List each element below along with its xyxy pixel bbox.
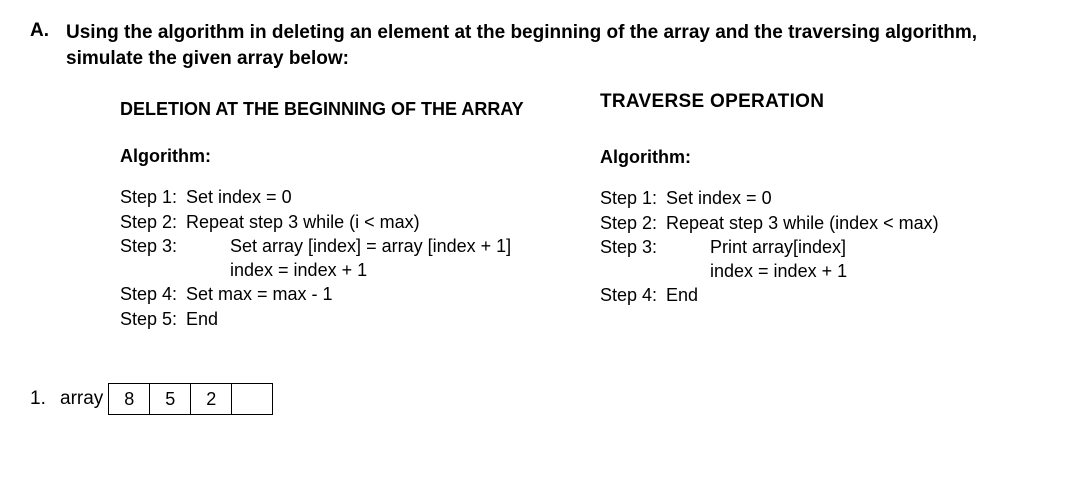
step-body: Set index = 0 (186, 185, 570, 209)
problem-marker: 1. (30, 388, 60, 410)
step-label: Step 5: (120, 307, 186, 331)
deletion-step-3: Step 3: Set array [index] = array [index… (120, 234, 570, 258)
question-marker: A. (30, 20, 66, 42)
step-label: Step 3: (120, 234, 230, 258)
step-body: End (666, 283, 1050, 307)
step-label: Step 2: (600, 211, 666, 235)
traverse-step-3: Step 3: Print array[index] (600, 235, 1050, 259)
deletion-step-1: Step 1: Set index = 0 (120, 185, 570, 209)
traverse-step-3-sub: index = index + 1 (600, 259, 1050, 283)
step-label: Step 1: (600, 186, 666, 210)
array-cell: 2 (190, 383, 232, 415)
question-row: A. Using the algorithm in deleting an el… (30, 20, 1050, 71)
array-cells: 8 5 2 (109, 383, 273, 415)
deletion-step-4: Step 4: Set max = max - 1 (120, 282, 570, 306)
algorithms-container: DELETION AT THE BEGINNING OF THE ARRAY A… (30, 99, 1050, 331)
deletion-step-5: Step 5: End (120, 307, 570, 331)
step-label: Step 2: (120, 210, 186, 234)
step-body: Set index = 0 (666, 186, 1050, 210)
step-body: Repeat step 3 while (index < max) (666, 211, 1050, 235)
traverse-step-2: Step 2: Repeat step 3 while (index < max… (600, 211, 1050, 235)
step-label: Step 1: (120, 185, 186, 209)
step-label: Step 3: (600, 235, 710, 259)
array-cell: 8 (108, 383, 150, 415)
problem-row: 1. array 8 5 2 (30, 383, 1050, 415)
traverse-subtitle: Algorithm: (600, 147, 1050, 168)
step-body: Print array[index] (710, 235, 1050, 259)
step-body: End (186, 307, 570, 331)
deletion-step-3-sub: index = index + 1 (120, 258, 570, 282)
traverse-column: TRAVERSE OPERATION Algorithm: Step 1: Se… (570, 99, 1050, 331)
problem-label: array (60, 388, 103, 410)
traverse-step-4: Step 4: End (600, 283, 1050, 307)
deletion-title: DELETION AT THE BEGINNING OF THE ARRAY (120, 99, 570, 120)
step-label: Step 4: (600, 283, 666, 307)
array-cell: 5 (149, 383, 191, 415)
traverse-step-1: Step 1: Set index = 0 (600, 186, 1050, 210)
array-cell (231, 383, 273, 415)
step-body: Repeat step 3 while (i < max) (186, 210, 570, 234)
step-body: index = index + 1 (710, 259, 1050, 283)
step-body: Set array [index] = array [index + 1] (230, 234, 570, 258)
step-label: Step 4: (120, 282, 186, 306)
deletion-step-2: Step 2: Repeat step 3 while (i < max) (120, 210, 570, 234)
traverse-title: TRAVERSE OPERATION (600, 91, 1050, 113)
step-body: Set max = max - 1 (186, 282, 570, 306)
deletion-column: DELETION AT THE BEGINNING OF THE ARRAY A… (30, 99, 570, 331)
deletion-subtitle: Algorithm: (120, 146, 570, 167)
question-text: Using the algorithm in deleting an eleme… (66, 20, 1050, 71)
step-body: index = index + 1 (230, 258, 570, 282)
